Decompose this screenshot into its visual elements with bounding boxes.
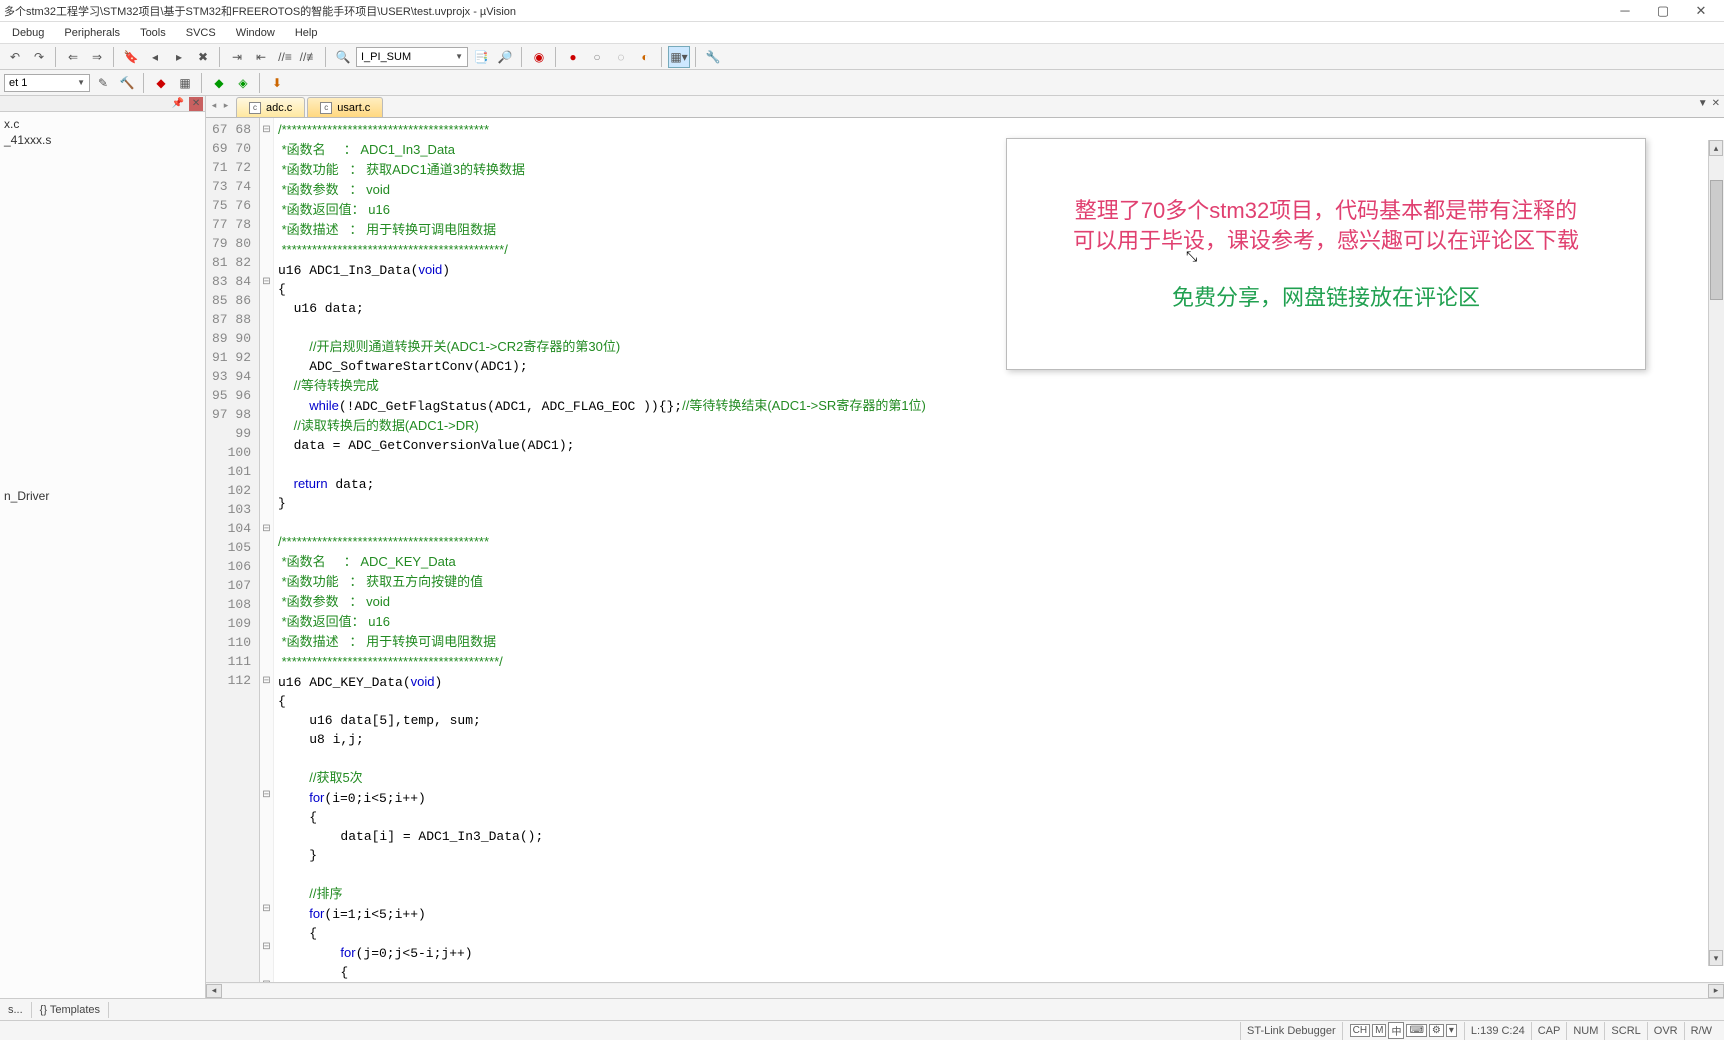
tab-label: adc.c	[266, 102, 292, 114]
rebuild-icon[interactable]: ◈	[232, 72, 254, 94]
menu-debug[interactable]: Debug	[2, 25, 54, 41]
find-icon[interactable]: 🔍	[332, 46, 354, 68]
breakpoint-insert-icon[interactable]: ●	[562, 46, 584, 68]
target-select[interactable]: et 1▼	[4, 74, 90, 92]
fold-column[interactable]: ⊟ ⊟ ⊟⊟⊟⊟⊟⊟	[260, 118, 274, 982]
bookmark-prev-icon[interactable]: ◂	[144, 46, 166, 68]
scroll-up-icon[interactable]: ▴	[1709, 140, 1723, 156]
status-cap: CAP	[1531, 1022, 1567, 1040]
file-icon: c	[320, 102, 332, 114]
tree-item[interactable]: n_Driver	[4, 488, 201, 504]
vertical-scrollbar[interactable]: ▴ ▾	[1708, 140, 1724, 966]
breakpoint-disable-icon[interactable]: ◌	[610, 46, 632, 68]
manage-icon[interactable]: ▦	[174, 72, 196, 94]
menu-peripherals[interactable]: Peripherals	[54, 25, 130, 41]
code-editor[interactable]: 67 68 69 70 71 72 73 74 75 76 77 78 79 8…	[206, 118, 1724, 982]
bookmark-toggle-icon[interactable]: 🔖	[120, 46, 142, 68]
status-ovr: OVR	[1647, 1022, 1684, 1040]
bookmark-clear-icon[interactable]: ✖	[192, 46, 214, 68]
configure-icon[interactable]: 🔧	[702, 46, 724, 68]
menu-svcs[interactable]: SVCS	[176, 25, 226, 41]
toolbar-build: et 1▼ ✎ 🔨 ◆ ▦ ◆ ◈ ⬇	[0, 70, 1724, 96]
bottom-tab-s[interactable]: s...	[0, 1002, 32, 1018]
comment-icon[interactable]: //≡	[274, 46, 296, 68]
status-num: NUM	[1566, 1022, 1604, 1040]
tab-adc[interactable]: c adc.c	[236, 97, 305, 117]
scroll-track[interactable]	[222, 984, 1708, 998]
horizontal-scrollbar[interactable]: ◂ ▸	[206, 982, 1724, 998]
scroll-down-icon[interactable]: ▾	[1709, 950, 1723, 966]
find-in-files-icon[interactable]: 📑	[470, 46, 492, 68]
scroll-left-icon[interactable]: ◂	[206, 984, 222, 998]
status-rw: R/W	[1684, 1022, 1718, 1040]
pane-header: 📌 ✕	[0, 96, 205, 112]
redo-icon[interactable]: ↷	[28, 46, 50, 68]
scroll-right-icon[interactable]: ▸	[1708, 984, 1724, 998]
menu-window[interactable]: Window	[226, 25, 285, 41]
download-icon[interactable]: ⬇	[266, 72, 288, 94]
window-title: 多个stm32工程学习\STM32项目\基于STM32和FREEROTOS的智能…	[4, 3, 1606, 19]
debug-start-icon[interactable]: ◉	[528, 46, 550, 68]
window-layout-icon[interactable]: ▦▾	[668, 46, 690, 68]
tree-item[interactable]: _41xxx.s	[4, 132, 201, 148]
tab-nav-left-icon[interactable]: ◂	[208, 98, 220, 112]
tab-nav-right-icon[interactable]: ▸	[220, 98, 232, 112]
file-icon: c	[249, 102, 261, 114]
tree-spacer	[4, 148, 201, 488]
status-bar: ST-Link Debugger CH M 中 ⌨ ⚙ ▾ L:139 C:24…	[0, 1020, 1724, 1040]
project-tree[interactable]: x.c _41xxx.s n_Driver	[0, 112, 205, 508]
tab-list-icon[interactable]: ▼	[1698, 98, 1708, 109]
pin-icon[interactable]: 📌	[169, 98, 187, 109]
nav-fwd-icon[interactable]: ⇒	[86, 46, 108, 68]
status-position: L:139 C:24	[1464, 1022, 1531, 1040]
outdent-icon[interactable]: ⇤	[250, 46, 272, 68]
minimize-button[interactable]: ─	[1606, 1, 1644, 21]
menu-help[interactable]: Help	[285, 25, 328, 41]
nav-back-icon[interactable]: ⇐	[62, 46, 84, 68]
scroll-thumb[interactable]	[1710, 180, 1723, 300]
undo-icon[interactable]: ↶	[4, 46, 26, 68]
menu-tools[interactable]: Tools	[130, 25, 176, 41]
tab-usart[interactable]: c usart.c	[307, 97, 383, 117]
overlay-line1: 整理了70多个stm32项目，代码基本都是带有注释的	[1075, 196, 1577, 226]
incremental-find-icon[interactable]: 🔎	[494, 46, 516, 68]
pane-close-icon[interactable]: ✕	[189, 97, 203, 111]
title-bar: 多个stm32工程学习\STM32项目\基于STM32和FREEROTOS的智能…	[0, 0, 1724, 22]
tree-item[interactable]: x.c	[4, 116, 201, 132]
options-icon[interactable]: ✎	[92, 72, 114, 94]
tab-close-icon[interactable]: ✕	[1712, 98, 1720, 109]
main-area: 📌 ✕ x.c _41xxx.s n_Driver ◂ ▸ c adc.c c …	[0, 96, 1724, 998]
status-scrl: SCRL	[1604, 1022, 1646, 1040]
editor-tabbar: ◂ ▸ c adc.c c usart.c ▼ ✕	[206, 96, 1724, 118]
build-icon[interactable]: ◆	[208, 72, 230, 94]
status-debugger: ST-Link Debugger	[1240, 1022, 1342, 1040]
overlay-line2: 可以用于毕设，课设参考，感兴趣可以在评论区下载	[1073, 226, 1579, 256]
breakpoint-enable-icon[interactable]: ○	[586, 46, 608, 68]
menu-bar: Debug Peripherals Tools SVCS Window Help	[0, 22, 1724, 44]
toolbar-main: ↶ ↷ ⇐ ⇒ 🔖 ◂ ▸ ✖ ⇥ ⇤ //≡ //≢ 🔍 I_PI_SUM▼ …	[0, 44, 1724, 70]
overlay-note: 整理了70多个stm32项目，代码基本都是带有注释的 可以用于毕设，课设参考，感…	[1006, 138, 1646, 370]
tab-label: usart.c	[337, 102, 370, 114]
bottom-tab-templates[interactable]: {} Templates	[32, 1002, 109, 1018]
file-ext-icon[interactable]: ◆	[150, 72, 172, 94]
editor-area: ◂ ▸ c adc.c c usart.c ▼ ✕ 67 68 69 70 71…	[206, 96, 1724, 998]
breakpoint-kill-icon[interactable]: ◐	[634, 46, 656, 68]
project-pane: 📌 ✕ x.c _41xxx.s n_Driver	[0, 96, 206, 998]
target-options-icon[interactable]: 🔨	[116, 72, 138, 94]
line-gutter: 67 68 69 70 71 72 73 74 75 76 77 78 79 8…	[206, 118, 260, 982]
uncomment-icon[interactable]: //≢	[298, 46, 320, 68]
maximize-button[interactable]: ▢	[1644, 1, 1682, 21]
find-combo[interactable]: I_PI_SUM▼	[356, 47, 468, 67]
bookmark-next-icon[interactable]: ▸	[168, 46, 190, 68]
overlay-line3: 免费分享，网盘链接放在评论区	[1172, 280, 1480, 312]
indent-icon[interactable]: ⇥	[226, 46, 248, 68]
bottom-tabbar: s... {} Templates	[0, 998, 1724, 1020]
close-button[interactable]: ✕	[1682, 1, 1720, 21]
status-ime: CH M 中 ⌨ ⚙ ▾	[1342, 1022, 1464, 1040]
